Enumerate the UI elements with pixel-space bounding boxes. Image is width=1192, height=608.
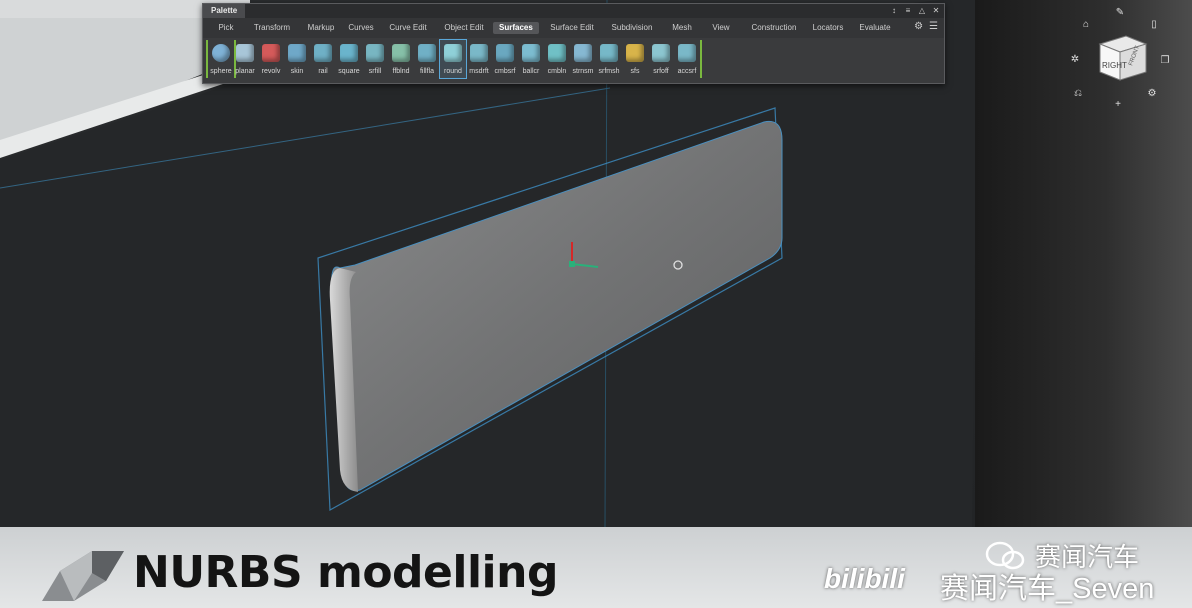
sphere-icon [212,44,230,62]
tab-transform[interactable]: Transform [251,22,293,34]
ballcr-icon [522,44,540,62]
gear-icon[interactable]: ⚙ [914,21,923,32]
tab-surfaces[interactable]: Surfaces [493,22,539,34]
bilibili-logo: bilibili [824,563,905,594]
plus-icon[interactable]: + [1110,97,1126,113]
tab-tools: ⚙ ☰ [914,21,938,32]
srfoff-icon [652,44,670,62]
palette-titlebar[interactable]: Palette ↕ ≡ △ ✕ [203,4,944,18]
tab-surface-edit[interactable]: Surface Edit [549,22,595,34]
planar-icon [236,44,254,62]
cmbsrf-icon [496,44,514,62]
tool-shelf: sphere planar revolv skin rail square srfill ff… [203,39,944,81]
bilibili-watermark: 赛闻汽车_Seven [940,573,1155,605]
ffblnd-icon [392,44,410,62]
title-banner: NURBS modelling bilibili 赛闻汽车 赛闻汽车_Seven [0,527,1192,608]
view-cube[interactable]: RIGHT FRONT [1092,30,1154,92]
square-icon [340,44,358,62]
palette-title: Palette [203,4,246,18]
cube-right-label: RIGHT [1102,61,1127,70]
collapse-icon[interactable]: △ [918,4,926,18]
round-icon [444,44,462,62]
strnsm-icon [574,44,592,62]
msdrft-icon [470,44,488,62]
orbit-icon[interactable]: ✲ [1067,52,1083,68]
view-navigation: ⌂ ✎ ▯ ✲ ❐ ⎌ ⚙ + RIGHT FRONT [1071,0,1192,120]
3d-viewport[interactable]: Palette ↕ ≡ △ ✕ Pick Transform Markup Cu… [0,0,1192,527]
pin-icon[interactable]: ✎ [1112,5,1128,21]
tab-curve-edit[interactable]: Curve Edit [387,22,429,34]
tab-subdivision[interactable]: Subdivision [609,22,655,34]
tab-markup[interactable]: Markup [305,22,337,34]
tool-label: accsrf [677,68,697,75]
rail-icon [314,44,332,62]
logo-icon [42,551,124,601]
palette-controls: ↕ ≡ △ ✕ [890,4,940,18]
tab-construction[interactable]: Construction [749,22,799,34]
tab-evaluate[interactable]: Evaluate [857,22,893,34]
tab-curves[interactable]: Curves [347,22,375,34]
srfmsh-icon [600,44,618,62]
resize-icon[interactable]: ↕ [890,4,898,18]
menu-icon[interactable]: ≡ [904,4,912,18]
revolv-icon [262,44,280,62]
view-options-icon[interactable]: ❐ [1157,53,1173,69]
surfaces-palette: Palette ↕ ≡ △ ✕ Pick Transform Markup Cu… [202,3,945,84]
palette-tabs: Pick Transform Markup Curves Curve Edit … [203,18,944,38]
cmbln-icon [548,44,566,62]
fillfla-icon [418,44,436,62]
accsrf-icon [678,44,696,62]
skin-icon [288,44,306,62]
tool-accsrf-button[interactable]: accsrf [674,40,702,78]
close-icon[interactable]: ✕ [932,4,940,18]
sfs-icon [626,44,644,62]
tab-object-edit[interactable]: Object Edit [441,22,487,34]
tab-locators[interactable]: Locators [811,22,845,34]
list-menu-icon[interactable]: ☰ [929,21,938,32]
tab-view[interactable]: View [709,22,733,34]
page-title: NURBS modelling [133,547,558,598]
tab-mesh[interactable]: Mesh [669,22,695,34]
srfill-icon [366,44,384,62]
tab-pick[interactable]: Pick [213,22,239,34]
undo-view-icon[interactable]: ⎌ [1070,86,1086,102]
